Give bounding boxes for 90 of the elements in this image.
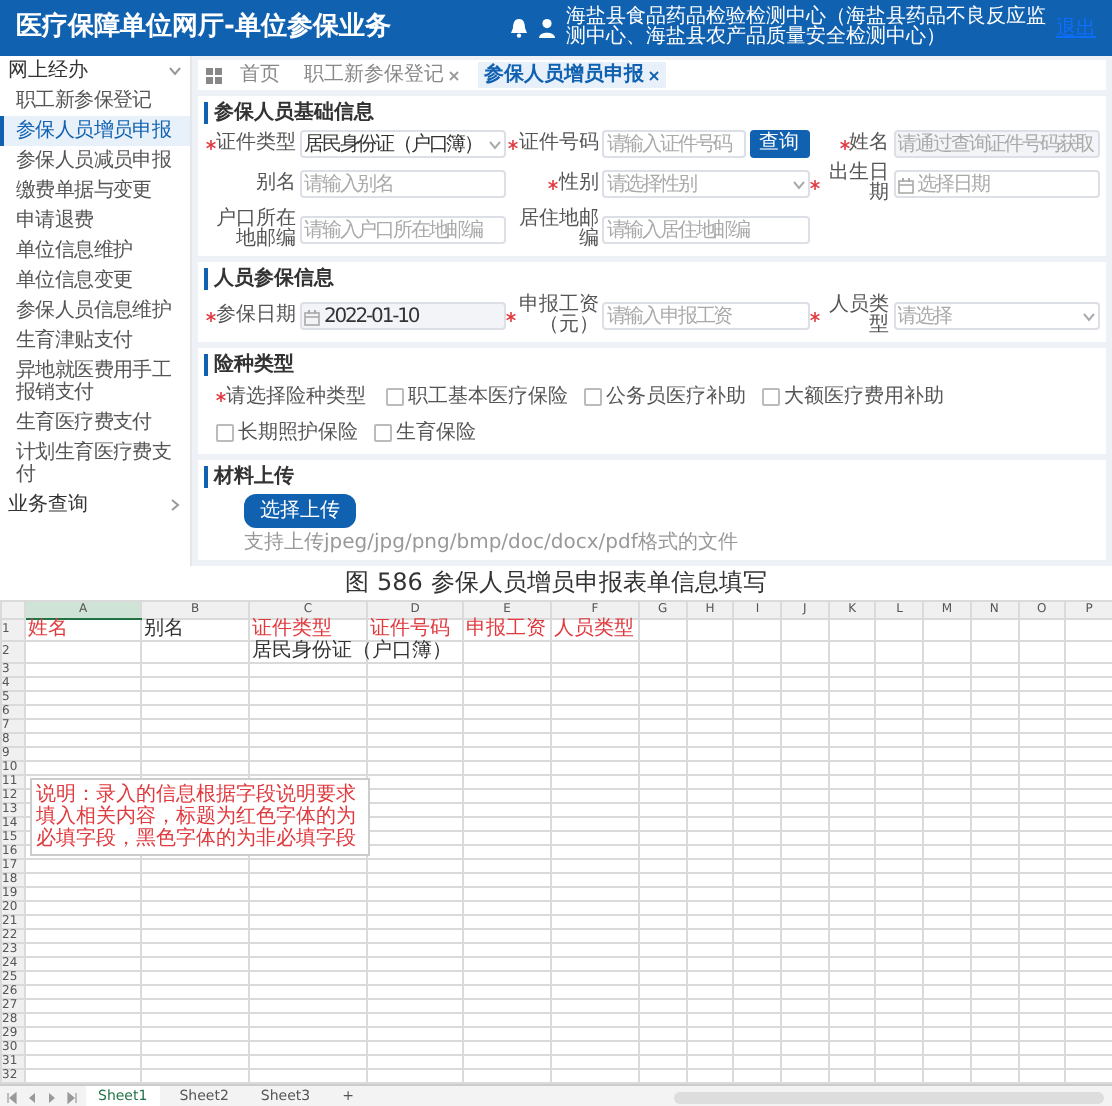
select-field[interactable]: 居民身份证（户口簿） [300, 130, 507, 158]
sidebar-item[interactable]: 缴费单据与变更 [0, 176, 190, 206]
input-field[interactable]: 请输入户口所在地邮编 [300, 216, 507, 244]
bell-icon[interactable] [510, 18, 528, 38]
required-icon [508, 139, 519, 149]
figure-caption: 图 586 参保人员增员申报表单信息填写 [343, 568, 769, 598]
sheet-nav-icon[interactable] [66, 1091, 78, 1103]
sidebar-item[interactable]: 生育医疗费支付 [0, 408, 190, 438]
chevron-icon [168, 498, 182, 512]
calendar-icon [304, 309, 320, 325]
tab[interactable]: 职工新参保登记 [298, 62, 466, 88]
required-icon [548, 179, 559, 189]
field-label: 姓名 [809, 134, 894, 154]
chevron-icon [1082, 309, 1096, 323]
field-label: 出生日期 [809, 164, 894, 204]
tab[interactable]: 首页 [234, 62, 286, 88]
section-title: 参保人员基础信息 [204, 102, 1100, 124]
input-field[interactable]: 请输入证件号码 [602, 130, 746, 158]
chevron-icon [791, 177, 806, 191]
required-icon [809, 311, 820, 321]
upload-button[interactable]: 选择上传 [244, 494, 356, 528]
tab[interactable]: 参保人员增员申报 [478, 62, 666, 88]
field-label: 居住地邮编 [516, 210, 601, 250]
checkbox-option[interactable]: 公务员医疗补助 [584, 382, 746, 412]
field-label: 人员类型 [809, 296, 894, 336]
select-field[interactable]: 请选择性别 [602, 170, 810, 198]
cell-text: 申报工资 [464, 618, 546, 640]
sidebar-item[interactable]: 参保人员信息维护 [0, 296, 190, 326]
upload-hint: 支持上传jpeg/jpg/png/bmp/doc/docx/pdf格式的文件 [244, 532, 740, 554]
field-label: 参保日期 [204, 306, 300, 326]
checkbox[interactable] [762, 388, 780, 406]
input-field: 请通过查询证件号码获取 [893, 130, 1100, 158]
cell-text: 居民身份证（户口簿） [250, 640, 452, 662]
sidebar-item[interactable]: 参保人员减员申报 [0, 146, 190, 176]
sidebar-group[interactable]: 网上经办 [0, 56, 190, 86]
user-icon[interactable] [538, 18, 556, 38]
chevron-icon [168, 64, 182, 78]
checkbox[interactable] [386, 388, 404, 406]
input-field[interactable]: 请输入居住地邮编 [602, 216, 810, 244]
field-label: 性别 [506, 174, 603, 194]
cell-text: 姓名 [26, 618, 68, 640]
checkbox[interactable] [216, 424, 234, 442]
select-field[interactable]: 请选择 [893, 302, 1100, 330]
sidebar-item[interactable]: 单位信息变更 [0, 266, 190, 296]
sidebar-item[interactable]: 单位信息维护 [0, 236, 190, 266]
required-icon [809, 179, 820, 189]
field-label: 申报工资（元） [506, 296, 603, 336]
checkbox[interactable] [374, 424, 392, 442]
cell-text: 证件类型 [250, 618, 332, 640]
cell-text: 别名 [142, 618, 184, 640]
search-button[interactable]: 查询 [749, 130, 810, 158]
date-field: 2022-01-10 [300, 302, 507, 330]
input-field[interactable]: 请输入别名 [300, 170, 507, 198]
field-label: 证件类型 [204, 134, 300, 154]
required-icon [506, 311, 517, 321]
sidebar-group[interactable]: 业务查询 [0, 490, 190, 520]
close-icon[interactable] [648, 69, 660, 81]
checkbox-option[interactable]: 生育保险 [374, 418, 476, 448]
field-label: 请选择险种类型 [216, 387, 370, 407]
checkbox-option[interactable]: 职工基本医疗保险 [386, 382, 568, 412]
sidebar-item[interactable]: 异地就医费用手工报销支付 [0, 356, 190, 408]
app-title: 医疗保障单位网厅-单位参保业务 [16, 9, 391, 47]
checkbox-option[interactable]: 大额医疗费用补助 [762, 382, 944, 412]
field-label: 别名 [254, 174, 298, 194]
sidebar-item[interactable]: 参保人员增员申报 [0, 116, 190, 146]
section-title: 材料上传 [204, 466, 1100, 488]
organization-name: 海盐县食品药品检验检测中心（海盐县药品不良反应监测中心、海盐县农产品质量安全检测中心） [566, 7, 1046, 49]
cell-text: 证件号码 [368, 618, 450, 640]
required-icon [206, 139, 216, 149]
field-label: 户口所在地邮编 [214, 210, 298, 250]
input-field[interactable]: 请输入申报工资 [602, 302, 810, 330]
section-title: 人员参保信息 [204, 268, 1100, 290]
grid-icon[interactable] [206, 67, 222, 83]
sidebar-item[interactable]: 计划生育医疗费支付 [0, 438, 190, 490]
checkbox-option[interactable]: 长期照护保险 [216, 418, 358, 448]
chevron-icon [488, 137, 503, 151]
sidebar-item[interactable]: 申请退费 [0, 206, 190, 236]
close-icon[interactable] [448, 69, 460, 81]
required-icon [206, 311, 216, 321]
checkbox[interactable] [584, 388, 602, 406]
sheet-nav-icon[interactable] [6, 1091, 18, 1103]
section-title: 险种类型 [204, 354, 1100, 376]
sidebar-item[interactable]: 职工新参保登记 [0, 86, 190, 116]
required-icon [839, 139, 850, 149]
date-field[interactable]: 选择日期 [893, 170, 1100, 198]
required-icon [216, 392, 226, 402]
cell-text: 人员类型 [552, 618, 634, 640]
calendar-icon [897, 177, 914, 193]
sidebar-item[interactable]: 生育津贴支付 [0, 326, 190, 356]
field-label: 证件号码 [506, 134, 603, 154]
